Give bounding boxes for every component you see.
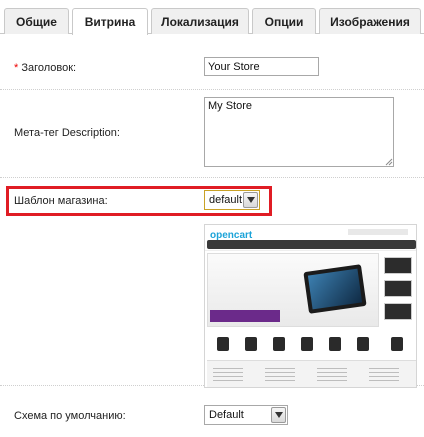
title-label: * Заголовок: <box>14 62 76 74</box>
preview-side-product <box>384 303 412 320</box>
preview-product <box>329 337 341 351</box>
tab-images[interactable]: Изображения <box>319 8 421 34</box>
preview-product <box>245 337 257 351</box>
template-highlight-frame <box>6 186 272 216</box>
required-mark: * <box>14 62 19 74</box>
scheme-select[interactable]: Default <box>204 405 288 425</box>
preview-cart-bar <box>348 229 408 235</box>
preview-header: opencart <box>205 225 416 251</box>
tab-localization[interactable]: Локализация <box>151 8 249 34</box>
meta-description-label: Мета-тег Description: <box>14 127 120 139</box>
preview-side-product <box>384 280 412 297</box>
preview-footer <box>207 360 416 387</box>
template-preview-image: opencart <box>204 224 417 388</box>
preview-footer-column <box>213 365 243 383</box>
tab-storefront[interactable]: Витрина <box>72 8 148 35</box>
preview-product <box>391 337 403 351</box>
form-row-title: * Заголовок: <box>0 34 424 90</box>
preview-slideshow <box>207 253 379 327</box>
tab-options[interactable]: Опции <box>252 8 316 34</box>
preview-side-product <box>384 257 412 274</box>
resize-grip-icon[interactable] <box>385 158 393 166</box>
preview-banner <box>210 310 280 322</box>
preview-nav-bar <box>207 240 416 249</box>
preview-product <box>217 337 229 351</box>
title-label-text: Заголовок: <box>21 62 77 74</box>
preview-product <box>273 337 285 351</box>
form-row-meta-description: Мета-тег Description: My Store <box>0 90 424 178</box>
chevron-down-icon <box>275 412 283 418</box>
preview-product <box>357 337 369 351</box>
scheme-label: Схема по умолчанию: <box>14 410 126 422</box>
preview-footer-column <box>265 365 295 383</box>
tab-general[interactable]: Общие <box>4 8 69 34</box>
scheme-select-value: Default <box>209 409 244 421</box>
meta-description-textarea[interactable]: My Store <box>204 97 394 167</box>
tab-bar: Общие Витрина Локализация Опции Изображе… <box>0 0 424 35</box>
preview-footer-column <box>369 365 399 383</box>
form-row-scheme: Схема по умолчанию: Default <box>0 386 424 437</box>
preview-tablet-image <box>303 264 367 314</box>
title-input[interactable] <box>204 57 319 76</box>
preview-featured-row <box>207 331 416 356</box>
scheme-select-button[interactable] <box>271 407 286 423</box>
preview-product <box>301 337 313 351</box>
preview-footer-column <box>317 365 347 383</box>
